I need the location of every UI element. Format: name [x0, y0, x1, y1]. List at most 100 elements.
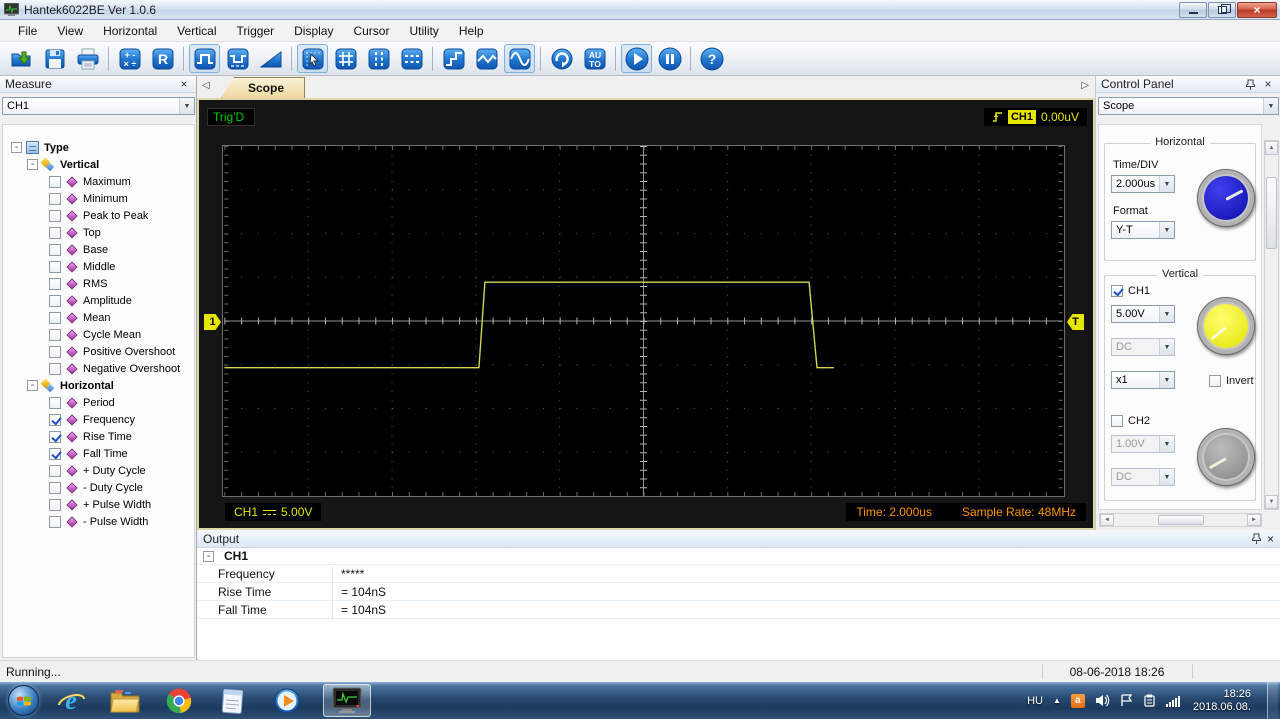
- gadget-icon[interactable]: [1143, 694, 1156, 707]
- checkbox[interactable]: [49, 481, 61, 494]
- checkbox[interactable]: [49, 396, 61, 409]
- checkbox[interactable]: [49, 328, 61, 341]
- ch2-position-knob[interactable]: [1197, 428, 1255, 486]
- tree-item-positive-overshoot[interactable]: Positive Overshoot: [3, 343, 194, 360]
- tree-item-amplitude[interactable]: Amplitude: [3, 292, 194, 309]
- network-signal-icon[interactable]: [1165, 695, 1181, 707]
- show-desktop-button[interactable]: [1267, 682, 1278, 719]
- tree-item-peak-to-peak[interactable]: Peak to Peak: [3, 207, 194, 224]
- taskbar-internet-explorer[interactable]: e: [53, 684, 89, 717]
- tab-scroll-right-icon[interactable]: ▷: [1081, 80, 1089, 91]
- tray-expand-icon[interactable]: ▲: [1053, 696, 1061, 705]
- menu-view[interactable]: View: [47, 21, 93, 41]
- output-group-row[interactable]: - CH1: [197, 548, 1280, 565]
- menu-help[interactable]: Help: [449, 21, 494, 41]
- horizontal-position-knob[interactable]: [1197, 169, 1255, 227]
- checkbox[interactable]: [49, 515, 61, 528]
- pin-icon[interactable]: [1251, 533, 1261, 544]
- pulse-negative-button[interactable]: [222, 44, 253, 73]
- measure-close-icon[interactable]: ×: [177, 77, 191, 91]
- minimize-button[interactable]: [1179, 2, 1207, 18]
- checkbox[interactable]: [49, 243, 61, 256]
- volume-icon[interactable]: [1095, 694, 1110, 707]
- linear-interpolation-button[interactable]: [471, 44, 502, 73]
- output-close-icon[interactable]: ×: [1267, 532, 1274, 546]
- sine-interpolation-button[interactable]: [504, 44, 535, 73]
- tab-scroll-left-icon[interactable]: ◁: [202, 80, 210, 91]
- refresh-button[interactable]: [546, 44, 577, 73]
- tree-item-negative-overshoot[interactable]: Negative Overshoot: [3, 360, 194, 377]
- step-interpolation-button[interactable]: [438, 44, 469, 73]
- help-button[interactable]: ?: [696, 44, 727, 73]
- collapse-icon[interactable]: -: [27, 380, 38, 391]
- control-panel-mode-select[interactable]: Scope ▼: [1098, 97, 1279, 115]
- pin-icon[interactable]: [1246, 79, 1255, 90]
- scroll-up-icon[interactable]: ▲: [1265, 141, 1278, 155]
- tree-item-rise-time[interactable]: Rise Time: [3, 428, 194, 445]
- taskbar-hantek-app[interactable]: [323, 684, 371, 717]
- tree-item-mean[interactable]: Mean: [3, 309, 194, 326]
- start-button[interactable]: [621, 44, 652, 73]
- checkbox[interactable]: [49, 362, 61, 375]
- antivirus-tray-icon[interactable]: a: [1070, 693, 1085, 708]
- tray-clock[interactable]: 18:26 2018.06.08.: [1193, 688, 1251, 714]
- ch2-volts-select[interactable]: 1.00V ▼: [1111, 435, 1175, 453]
- control-panel-hscrollbar[interactable]: ◄ ►: [1099, 513, 1262, 527]
- control-panel-close-icon[interactable]: ×: [1261, 77, 1275, 91]
- checkbox[interactable]: [49, 260, 61, 273]
- tree-item-middle[interactable]: Middle: [3, 258, 194, 275]
- trigger-level-marker[interactable]: T: [1067, 314, 1084, 330]
- ch1-probe-select[interactable]: x1 ▼: [1111, 371, 1175, 389]
- checkbox[interactable]: [49, 209, 61, 222]
- control-panel-vscrollbar[interactable]: ▲ ▼: [1264, 140, 1279, 510]
- cursor-button[interactable]: [297, 44, 328, 73]
- collapse-icon[interactable]: -: [11, 142, 22, 153]
- menu-vertical[interactable]: Vertical: [167, 21, 226, 41]
- ch1-level-marker[interactable]: 1: [204, 314, 221, 330]
- tree-item-pos-duty-cycle[interactable]: + Duty Cycle: [3, 462, 194, 479]
- scroll-left-icon[interactable]: ◄: [1100, 514, 1114, 526]
- checkbox[interactable]: [1111, 415, 1123, 427]
- format-select[interactable]: Y-T ▼: [1111, 221, 1175, 239]
- ch1-volts-select[interactable]: 5.00V ▼: [1111, 305, 1175, 323]
- pause-button[interactable]: [654, 44, 685, 73]
- scroll-thumb[interactable]: [1158, 515, 1204, 525]
- checkbox[interactable]: [49, 226, 61, 239]
- print-button[interactable]: [72, 44, 103, 73]
- menu-file[interactable]: File: [8, 21, 47, 41]
- action-center-flag-icon[interactable]: [1120, 694, 1133, 707]
- tree-node-vertical[interactable]: - Vertical: [3, 156, 194, 173]
- menu-trigger[interactable]: Trigger: [227, 21, 285, 41]
- tree-item-period[interactable]: Period: [3, 394, 194, 411]
- tree-item-cycle-mean[interactable]: Cycle Mean: [3, 326, 194, 343]
- ch2-enable[interactable]: CH2: [1111, 415, 1150, 427]
- ch1-invert[interactable]: Invert: [1209, 375, 1254, 387]
- measure-channel-select[interactable]: CH1 ▼: [2, 97, 195, 115]
- scroll-thumb[interactable]: [1266, 177, 1277, 249]
- checkbox[interactable]: [49, 447, 61, 460]
- taskbar-media-player[interactable]: [269, 684, 305, 717]
- ramp-button[interactable]: [255, 44, 286, 73]
- taskbar-notepad[interactable]: [215, 684, 251, 717]
- restore-button[interactable]: [1208, 2, 1236, 18]
- menu-display[interactable]: Display: [284, 21, 343, 41]
- collapse-icon[interactable]: -: [27, 159, 38, 170]
- open-button[interactable]: [6, 44, 37, 73]
- checkbox[interactable]: [1111, 285, 1123, 297]
- checkbox[interactable]: [49, 311, 61, 324]
- tree-item-base[interactable]: Base: [3, 241, 194, 258]
- tab-scope[interactable]: Scope: [221, 77, 306, 98]
- checkbox[interactable]: [49, 430, 61, 443]
- tree-item-fall-time[interactable]: Fall Time: [3, 445, 194, 462]
- close-button[interactable]: ×: [1237, 2, 1277, 18]
- checkbox[interactable]: [1209, 375, 1221, 387]
- ch1-enable[interactable]: CH1: [1111, 285, 1150, 297]
- checkbox[interactable]: [49, 498, 61, 511]
- checkbox[interactable]: [49, 175, 61, 188]
- checkbox[interactable]: [49, 294, 61, 307]
- tree-item-rms[interactable]: RMS: [3, 275, 194, 292]
- tree-node-type[interactable]: - Type: [3, 139, 194, 156]
- taskbar-chrome[interactable]: [161, 684, 197, 717]
- tree-item-neg-duty-cycle[interactable]: - Duty Cycle: [3, 479, 194, 496]
- tree-item-maximum[interactable]: Maximum: [3, 173, 194, 190]
